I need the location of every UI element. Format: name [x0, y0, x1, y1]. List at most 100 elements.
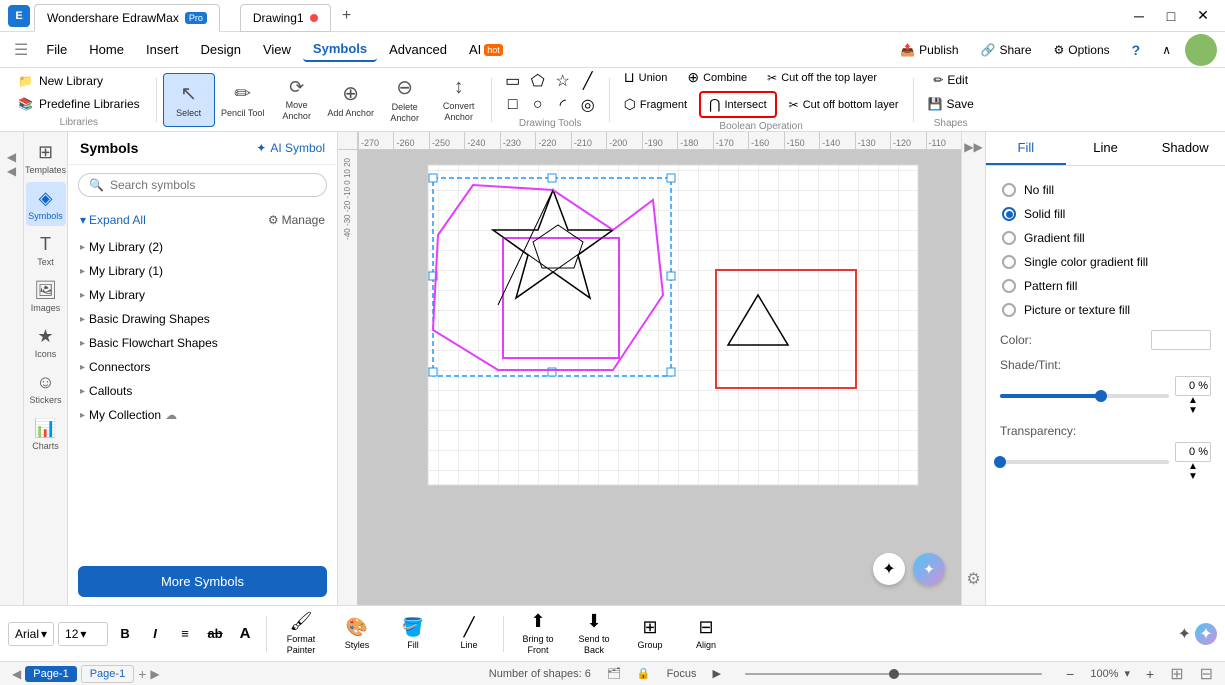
menu-design[interactable]: Design [191, 38, 251, 61]
canvas-bg[interactable]: ✦ ✦ [358, 150, 961, 605]
line-shape[interactable]: ╱ [577, 70, 599, 92]
tree-item-collection[interactable]: ▸ My Collection ☁ [76, 403, 329, 427]
ai-bottom-button[interactable]: ✦ [1195, 623, 1217, 645]
app-tab-drawmax[interactable]: Wondershare EdrawMax Pro [34, 4, 220, 32]
tree-item-my-library[interactable]: ▸ My Library [76, 283, 329, 307]
pencil-tool[interactable]: ✏ Pencil Tool [217, 73, 269, 127]
styles-button[interactable]: 🎨 Styles [331, 609, 383, 659]
transparency-down-btn[interactable]: ▼ [1188, 472, 1198, 482]
handle-tl[interactable] [429, 174, 437, 182]
right-settings-button[interactable]: ⚙ [966, 569, 980, 589]
solid-fill-radio[interactable] [1002, 207, 1016, 221]
zoom-dropdown-arrow[interactable]: ▾ [1124, 667, 1130, 680]
user-avatar[interactable] [1185, 34, 1217, 66]
text-button[interactable]: T Text [26, 228, 66, 272]
zoom-in-button[interactable]: + [1146, 666, 1154, 682]
select-tool[interactable]: ↖ Select [163, 73, 215, 127]
canvas-svg[interactable] [358, 150, 961, 605]
options-button[interactable]: ⚙ Options [1046, 39, 1118, 61]
zoom-thumb[interactable] [889, 669, 899, 679]
handle-tr[interactable] [667, 174, 675, 182]
transparency-slider-track[interactable] [1000, 460, 1169, 464]
publish-button[interactable]: 📤 Publish [892, 39, 966, 61]
images-button[interactable]: 🖼 Images [26, 274, 66, 318]
combine-button[interactable]: ⊕ Combine [679, 66, 755, 89]
more-symbols-button[interactable]: More Symbols [78, 566, 327, 597]
italic-button[interactable]: I [142, 621, 168, 647]
fit-width-button[interactable]: ⊞ [1170, 664, 1183, 684]
shade-value-input[interactable] [1175, 376, 1211, 396]
menu-file[interactable]: File [36, 38, 77, 61]
menu-insert[interactable]: Insert [136, 38, 189, 61]
shade-slider-track[interactable] [1000, 394, 1169, 398]
stickers-button[interactable]: ☺ Stickers [26, 366, 66, 410]
font-size-select[interactable]: 12 ▾ [58, 622, 108, 646]
group-button[interactable]: ⊞ Group [624, 609, 676, 659]
shade-down-btn[interactable]: ▼ [1188, 406, 1198, 416]
eye-shape[interactable]: ◎ [577, 94, 599, 116]
arc-shape[interactable]: ◜ [552, 94, 574, 116]
handle-tm[interactable] [548, 174, 556, 182]
edit-button[interactable]: ✏ Edit [925, 69, 976, 91]
new-library-button[interactable]: 📁 New Library [14, 71, 144, 91]
pentagon-shape[interactable]: ⬠ [527, 70, 549, 92]
icons-button[interactable]: ★ Icons [26, 320, 66, 364]
new-tab-button[interactable]: + [335, 4, 359, 28]
single-gradient-radio[interactable] [1002, 255, 1016, 269]
tree-item-my-library-2[interactable]: ▸ My Library (2) [76, 235, 329, 259]
picture-fill-option[interactable]: Picture or texture fill [1000, 298, 1211, 322]
convert-anchor-tool[interactable]: ↕ Convert Anchor [433, 73, 485, 127]
single-gradient-option[interactable]: Single color gradient fill [1000, 250, 1211, 274]
save-button[interactable]: 💾 Save [920, 93, 982, 115]
canvas-area[interactable]: -270 -260 -250 -240 -230 -220 -210 -200 … [338, 132, 961, 605]
tree-item-flowchart[interactable]: ▸ Basic Flowchart Shapes [76, 331, 329, 355]
collapse-ribbon-button[interactable]: ∧ [1154, 39, 1179, 61]
charts-button[interactable]: 📊 Charts [26, 412, 66, 456]
share-button[interactable]: 🔗 Share [973, 39, 1040, 61]
transparency-value-input[interactable] [1175, 442, 1211, 462]
fragment-button[interactable]: ⬡ Fragment [616, 93, 695, 116]
add-page-button[interactable]: + [138, 666, 146, 682]
play-button[interactable]: ▶ [713, 667, 721, 680]
page-1-tab[interactable]: Page-1 [25, 666, 76, 682]
symbols-button[interactable]: ◈ Symbols [26, 182, 66, 226]
color-picker[interactable] [1151, 330, 1211, 350]
ai-symbol-button[interactable]: ✦ AI Symbol [256, 141, 325, 155]
pattern-fill-radio[interactable] [1002, 279, 1016, 293]
maximize-button[interactable]: □ [1157, 2, 1185, 30]
gradient-fill-option[interactable]: Gradient fill [1000, 226, 1211, 250]
menu-advanced[interactable]: Advanced [379, 38, 457, 61]
canvas-container[interactable]: -40 -30 -20 -10 0 10 20 [338, 150, 961, 605]
tree-item-connectors[interactable]: ▸ Connectors [76, 355, 329, 379]
page-left-arrow[interactable]: ◀ [12, 667, 21, 681]
add-anchor-tool[interactable]: ⊕ Add Anchor [325, 73, 377, 127]
align-shapes-button[interactable]: ⊟ Align [680, 609, 732, 659]
zoom-out-button[interactable]: − [1066, 666, 1074, 682]
fit-page-button[interactable]: ⊟ [1200, 664, 1213, 684]
gradient-fill-radio[interactable] [1002, 231, 1016, 245]
symbol-search-input[interactable] [110, 178, 316, 192]
tree-item-my-library-1[interactable]: ▸ My Library (1) [76, 259, 329, 283]
no-fill-option[interactable]: No fill [1000, 178, 1211, 202]
expand-all-button[interactable]: ▾ Expand All [80, 213, 146, 227]
page-1-tab-outline[interactable]: Page-1 [81, 665, 134, 683]
tree-item-callouts[interactable]: ▸ Callouts [76, 379, 329, 403]
zoom-track[interactable] [745, 673, 1042, 675]
union-button[interactable]: ⊔ Union [616, 66, 676, 89]
close-button[interactable]: ✕ [1189, 2, 1217, 30]
sparkle-button[interactable]: ✦ [873, 553, 905, 585]
fill-tab[interactable]: Fill [986, 132, 1066, 165]
handle-br[interactable] [667, 368, 675, 376]
menu-ai[interactable]: AI hot [459, 38, 513, 61]
shadow-tab[interactable]: Shadow [1145, 132, 1225, 165]
minimize-button[interactable]: ─ [1125, 2, 1153, 30]
text-size-button[interactable]: A [232, 621, 258, 647]
star-shape[interactable]: ☆ [552, 70, 574, 92]
no-fill-radio[interactable] [1002, 183, 1016, 197]
move-anchor-tool[interactable]: ⟳ Move Anchor [271, 73, 323, 127]
format-painter-button[interactable]: 🖌 Format Painter [275, 609, 327, 659]
help-button[interactable]: ? [1124, 38, 1149, 62]
handle-mr[interactable] [667, 272, 675, 280]
cut-bottom-button[interactable]: ✂ Cut off bottom layer [781, 95, 907, 115]
picture-fill-radio[interactable] [1002, 303, 1016, 317]
